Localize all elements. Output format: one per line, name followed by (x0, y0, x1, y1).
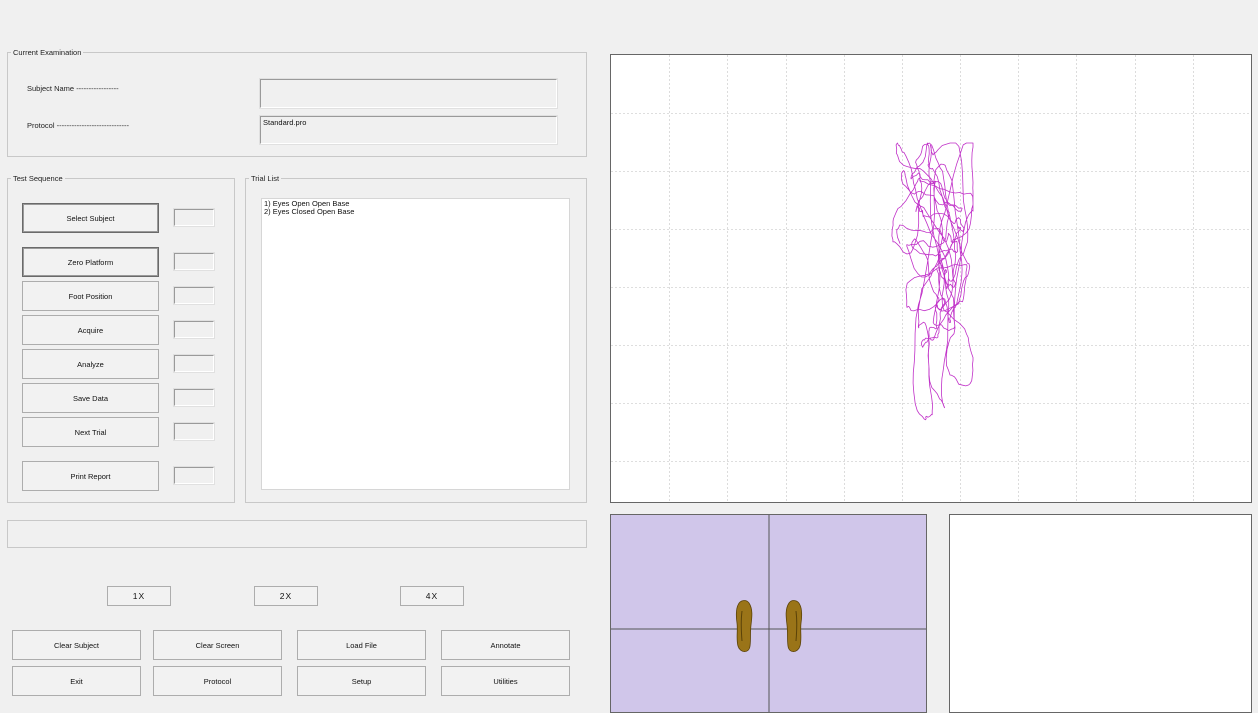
current-examination-legend: Current Examination (11, 47, 84, 58)
sway-plot (611, 55, 1251, 502)
status-bar (7, 520, 587, 548)
test-sequence-legend: Test Sequence (11, 173, 65, 184)
zero-platform-button[interactable]: Zero Platform (22, 247, 159, 277)
subject-name-label: Subject Name ----------------- (27, 84, 119, 93)
trial-list-legend: Trial List (249, 173, 282, 184)
acquire-status (174, 321, 214, 338)
zoom-2x-button[interactable]: 2X (254, 586, 318, 606)
plot-grid (611, 55, 1251, 502)
clear-screen-button[interactable]: Clear Screen (153, 630, 282, 660)
trial-list[interactable]: 1) Eyes Open Open Base 2) Eyes Closed Op… (261, 198, 570, 490)
foot-position-button[interactable]: Foot Position (22, 281, 159, 311)
utilities-button[interactable]: Utilities (441, 666, 570, 696)
zoom-4x-button[interactable]: 4X (400, 586, 464, 606)
analyze-button[interactable]: Analyze (22, 349, 159, 379)
protocol-button[interactable]: Protocol (153, 666, 282, 696)
annotate-button[interactable]: Annotate (441, 630, 570, 660)
protocol-label: Protocol ----------------------------- (27, 121, 130, 130)
select-subject-button[interactable]: Select Subject (22, 203, 159, 233)
subject-name-field[interactable] (260, 79, 557, 108)
zoom-1x-button[interactable]: 1X (107, 586, 171, 606)
setup-button[interactable]: Setup (297, 666, 426, 696)
next-trial-button[interactable]: Next Trial (22, 417, 159, 447)
right-foot-icon (785, 600, 803, 653)
secondary-plot-panel (949, 514, 1252, 713)
trial-list-item[interactable]: 2) Eyes Closed Open Base (264, 208, 567, 216)
print-report-status (174, 467, 214, 484)
save-data-status (174, 389, 214, 406)
foot-position-view (611, 515, 926, 712)
sway-plot-panel (610, 54, 1252, 503)
exit-button[interactable]: Exit (12, 666, 141, 696)
analyze-status (174, 355, 214, 372)
next-trial-status (174, 423, 214, 440)
acquire-button[interactable]: Acquire (22, 315, 159, 345)
clear-subject-button[interactable]: Clear Subject (12, 630, 141, 660)
left-foot-icon (735, 600, 753, 653)
print-report-button[interactable]: Print Report (22, 461, 159, 491)
select-subject-status (174, 209, 214, 226)
load-file-button[interactable]: Load File (297, 630, 426, 660)
protocol-field[interactable]: Standard.pro (260, 116, 557, 144)
foot-position-panel (610, 514, 927, 713)
save-data-button[interactable]: Save Data (22, 383, 159, 413)
foot-position-status (174, 287, 214, 304)
zero-platform-status (174, 253, 214, 270)
